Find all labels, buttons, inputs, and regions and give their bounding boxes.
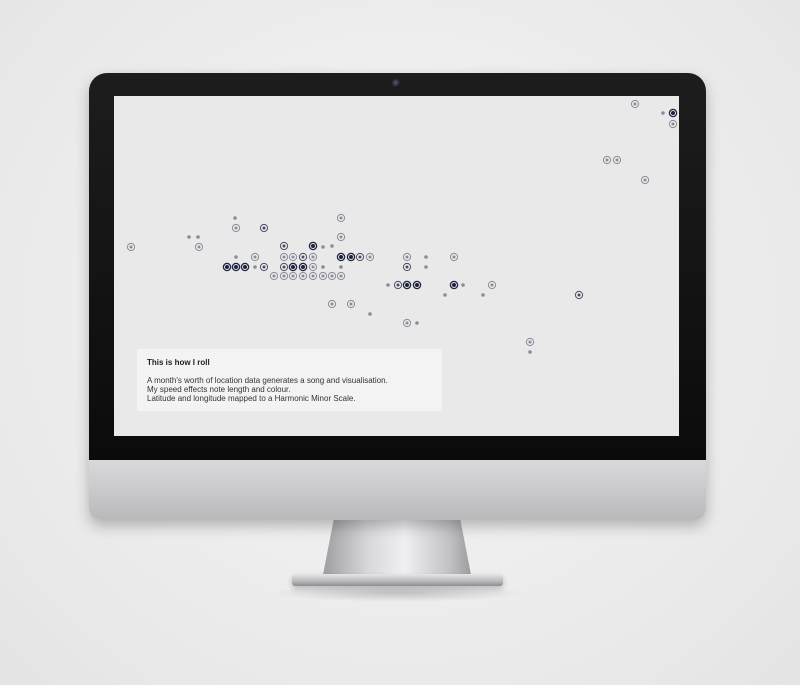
- monitor-stand-base: [292, 574, 503, 586]
- note-marker: [308, 252, 318, 262]
- note-marker: [630, 99, 640, 109]
- note-marker: [449, 252, 459, 262]
- monitor-stand-neck: [322, 518, 472, 580]
- note-marker: [231, 262, 241, 272]
- note-marker: [415, 321, 419, 325]
- note-marker: [487, 280, 497, 290]
- note-marker: [424, 255, 428, 259]
- note-marker: [126, 242, 136, 252]
- info-line-1: A month's worth of location data generat…: [147, 376, 388, 385]
- note-marker: [288, 252, 298, 262]
- note-marker: [288, 271, 298, 281]
- note-marker: [279, 252, 289, 262]
- note-marker: [327, 299, 337, 309]
- note-marker: [240, 262, 250, 272]
- note-marker: [612, 155, 622, 165]
- note-marker: [402, 262, 412, 272]
- note-marker: [336, 213, 346, 223]
- note-marker: [355, 252, 365, 262]
- note-marker: [368, 312, 372, 316]
- note-marker: [661, 111, 665, 115]
- note-marker: [321, 265, 325, 269]
- note-marker: [461, 283, 465, 287]
- note-marker: [233, 216, 237, 220]
- note-marker: [298, 252, 308, 262]
- monitor-chin: [89, 460, 706, 520]
- note-marker: [269, 271, 279, 281]
- note-marker: [196, 235, 200, 239]
- camera-icon: [392, 79, 401, 88]
- note-marker: [346, 299, 356, 309]
- note-marker: [321, 245, 325, 249]
- note-marker: [668, 119, 678, 129]
- note-marker: [250, 252, 260, 262]
- note-marker: [279, 271, 289, 281]
- note-marker: [402, 252, 412, 262]
- note-marker: [443, 293, 447, 297]
- note-marker: [449, 280, 459, 290]
- note-marker: [336, 271, 346, 281]
- note-marker: [365, 252, 375, 262]
- note-marker: [298, 271, 308, 281]
- note-marker: [288, 262, 298, 272]
- note-marker: [187, 235, 191, 239]
- note-marker: [346, 252, 356, 262]
- note-marker: [481, 293, 485, 297]
- note-marker: [574, 290, 584, 300]
- info-panel: This is how I roll A month's worth of lo…: [137, 349, 442, 411]
- note-marker: [308, 241, 318, 251]
- note-marker: [222, 262, 232, 272]
- note-marker: [279, 262, 289, 272]
- note-marker: [231, 223, 241, 233]
- note-marker: [402, 318, 412, 328]
- info-title: This is how I roll: [147, 358, 210, 367]
- note-marker: [336, 232, 346, 242]
- note-marker: [386, 283, 390, 287]
- note-marker: [279, 241, 289, 251]
- info-line-3: Latitude and longitude mapped to a Harmo…: [147, 394, 356, 403]
- note-marker: [298, 262, 308, 272]
- note-marker: [327, 271, 337, 281]
- note-marker: [308, 262, 318, 272]
- note-marker: [330, 244, 334, 248]
- note-marker: [234, 255, 238, 259]
- note-marker: [336, 252, 346, 262]
- note-marker: [402, 280, 412, 290]
- note-marker: [259, 223, 269, 233]
- note-marker: [528, 350, 532, 354]
- note-marker: [525, 337, 535, 347]
- note-marker: [253, 265, 257, 269]
- note-marker: [259, 262, 269, 272]
- screen[interactable]: This is how I roll A month's worth of lo…: [114, 96, 679, 436]
- monitor: This is how I roll A month's worth of lo…: [89, 73, 706, 520]
- stand-shadow: [270, 584, 525, 602]
- note-marker: [602, 155, 612, 165]
- note-marker: [640, 175, 650, 185]
- info-line-2: My speed effects note length and colour.: [147, 385, 291, 394]
- note-marker: [318, 271, 328, 281]
- note-marker: [339, 265, 343, 269]
- note-marker: [194, 242, 204, 252]
- note-marker: [424, 265, 428, 269]
- note-marker: [412, 280, 422, 290]
- note-marker: [668, 108, 678, 118]
- note-marker: [393, 280, 403, 290]
- note-marker: [308, 271, 318, 281]
